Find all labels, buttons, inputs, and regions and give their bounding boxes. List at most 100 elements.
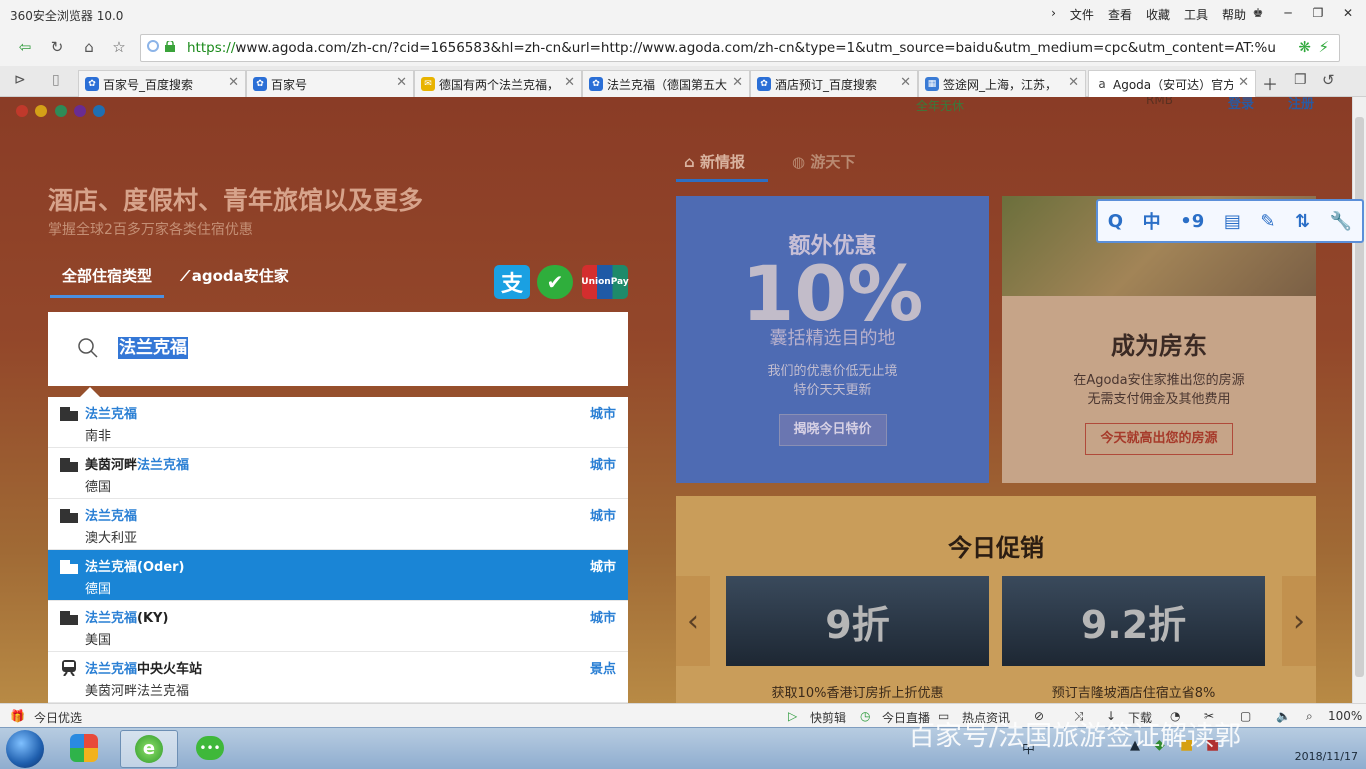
ime-toolbar: Q 中 •9 ▤ ✎ ⇅ 🔧	[1096, 199, 1364, 243]
speed-mode-icon[interactable]: ⚡	[1318, 38, 1329, 56]
quick-clip-icon[interactable]: ▷	[788, 709, 797, 723]
sidebar-toggle-icon[interactable]: ⊳	[14, 72, 26, 88]
register-link[interactable]: 注册	[1288, 97, 1314, 112]
tab-baijiahao-search[interactable]: ✿ 百家号_百度搜索 ✕	[78, 70, 246, 97]
ime-language-toggle[interactable]: 中	[1143, 208, 1161, 234]
home-button[interactable]: ⌂	[78, 36, 100, 58]
suggestion-row-selected[interactable]: 法兰克福(Oder) 德国 城市	[48, 550, 628, 601]
close-tab-icon[interactable]: ✕	[1068, 75, 1079, 90]
login-link[interactable]: 登录	[1228, 97, 1254, 112]
address-bar[interactable]: https://www.agoda.com/zh-cn/?cid=1656583…	[140, 34, 1340, 62]
close-tab-icon[interactable]: ✕	[228, 75, 239, 90]
menu-item-file[interactable]: 文件	[1070, 6, 1094, 23]
security-shield-icon[interactable]: ❋	[1298, 38, 1311, 56]
skin-icon[interactable]: ♚	[1244, 2, 1272, 24]
right-tab-travel[interactable]: ◍ 游天下	[792, 151, 855, 172]
paw-icon: ✿	[85, 77, 99, 91]
maximize-button[interactable]: ❐	[1304, 2, 1332, 24]
suggestion-dropdown: 法兰克福 南非 城市 美茵河畔法兰克福 德国 城市 法兰克福 澳大利亚 城市 法…	[48, 397, 628, 703]
close-tab-icon[interactable]: ✕	[732, 75, 743, 90]
paw-icon: ✿	[253, 77, 267, 91]
picture-icon: ▦	[925, 77, 939, 91]
right-tab-news[interactable]: ⌂ 新情报	[684, 151, 745, 172]
ime-sort-icon[interactable]: ⇅	[1295, 211, 1310, 232]
quick-clip-link[interactable]: 快剪辑	[810, 709, 846, 726]
minimize-button[interactable]: ─	[1274, 2, 1302, 24]
menu-item-tools[interactable]: 工具	[1184, 6, 1208, 23]
tab-list-icon[interactable]: ❐	[1294, 72, 1307, 88]
menu-item-view[interactable]: 查看	[1108, 6, 1132, 23]
promo-line1: 我们的优惠价低无止境	[767, 364, 898, 379]
browser-title: 360安全浏览器 10.0	[10, 9, 124, 23]
tab-frankfurt-article[interactable]: ✉ 德国有两个法兰克福， ✕	[414, 70, 582, 97]
suggestion-row[interactable]: 法兰克福 南非 城市	[48, 397, 628, 448]
site-info-icon[interactable]	[147, 40, 159, 52]
carousel-prev-button[interactable]: ‹	[676, 576, 710, 666]
zoom-icon[interactable]: ⌕	[1306, 709, 1313, 724]
ime-search-icon[interactable]: Q	[1108, 211, 1123, 232]
suggestion-type: 城市	[589, 509, 616, 524]
refresh-button[interactable]: ↻	[46, 36, 68, 58]
ime-settings-icon[interactable]: 🔧	[1330, 211, 1352, 232]
menu-item-favorites[interactable]: 收藏	[1146, 6, 1170, 23]
tab-hotel-search[interactable]: ✿ 酒店预订_百度搜索 ✕	[750, 70, 918, 97]
volume-icon[interactable]: 🔈	[1276, 709, 1291, 723]
window-icon[interactable]: ▢	[1240, 709, 1251, 723]
suggestion-row[interactable]: 美茵河畔法兰克福 德国 城市	[48, 448, 628, 499]
destination-search[interactable]: 法兰克福	[48, 312, 628, 386]
start-button[interactable]	[6, 730, 44, 768]
today-sale-section: 今日促销 ‹ 9折 获取10%香港订房折上折优惠 9.2折 预订吉隆坡酒店住宿立…	[676, 496, 1316, 703]
browser-title-bar: 360安全浏览器 10.0 › 文件 查看 收藏 工具 帮助 ♚ ─ ❐ ✕	[0, 0, 1366, 28]
zoom-level[interactable]: 100%	[1328, 709, 1362, 723]
ime-punctuation-icon[interactable]: •9	[1180, 211, 1204, 232]
carousel-next-button[interactable]: ›	[1282, 576, 1316, 666]
ime-keyboard-icon[interactable]: ▤	[1224, 211, 1241, 232]
taskbar-wechat[interactable]: •••	[182, 730, 238, 766]
taskbar-date[interactable]: 2018/11/17	[1295, 750, 1358, 763]
close-button[interactable]: ✕	[1334, 2, 1362, 24]
logo-dot	[16, 105, 28, 117]
tab-baijiahao[interactable]: ✿ 百家号 ✕	[246, 70, 414, 97]
list-property-button[interactable]: 今天就高出您的房源	[1085, 423, 1233, 455]
page-scrollbar[interactable]	[1352, 97, 1366, 703]
daily-picks-link[interactable]: 今日优选	[34, 709, 82, 726]
tab-qiantu[interactable]: ▦ 签途网_上海，江苏， ✕	[918, 70, 1086, 97]
tab-agoda-homes[interactable]: ⁄ agoda安住家	[184, 257, 289, 295]
deal-card-kualalumpur[interactable]: 9.2折	[1002, 576, 1265, 666]
tab-frankfurt-baike[interactable]: ✿ 法兰克福（德国第五大 ✕	[582, 70, 750, 97]
suggestion-country: 德国	[85, 582, 112, 597]
deal-card-hongkong[interactable]: 9折	[726, 576, 989, 666]
gift-icon[interactable]: 🎁	[10, 709, 25, 723]
ime-handwriting-icon[interactable]: ✎	[1260, 211, 1275, 232]
tab-agoda[interactable]: a Agoda（安可达）官方 ✕	[1088, 70, 1256, 98]
train-icon	[62, 660, 76, 676]
close-tab-icon[interactable]: ✕	[900, 75, 911, 90]
suggestion-row[interactable]: 法兰克福(KY) 美国 城市	[48, 601, 628, 652]
suggestion-type: 城市	[589, 611, 616, 626]
live-icon[interactable]: ◷	[860, 709, 870, 723]
new-tab-button[interactable]: ＋	[1262, 71, 1278, 95]
menu-item-help[interactable]: 帮助	[1222, 6, 1246, 23]
tab-all-accommodation[interactable]: 全部住宿类型	[50, 257, 164, 298]
close-tab-icon[interactable]: ✕	[1238, 75, 1249, 90]
back-button[interactable]: ⇦	[14, 36, 36, 58]
currency-selector[interactable]: RMB	[1146, 97, 1173, 107]
agoda-page: 全年无休 RMB 登录 注册 酒店、度假村、青年旅馆以及更多 掌握全球2百多万家…	[0, 97, 1352, 703]
menu-chevron-icon[interactable]: ›	[1051, 6, 1056, 23]
taskbar-360-browser[interactable]: e	[120, 730, 178, 768]
favorite-star-button[interactable]: ☆	[108, 36, 130, 58]
url-text[interactable]: https://www.agoda.com/zh-cn/?cid=1656583…	[187, 40, 1287, 56]
close-tab-icon[interactable]: ✕	[564, 75, 575, 90]
suggestion-row[interactable]: 法兰克福 澳大利亚 城市	[48, 499, 628, 550]
suggestion-row[interactable]: 法兰克福中央火车站 美茵河畔法兰克福 景点	[48, 652, 628, 703]
suggestion-country: 德国	[85, 480, 112, 495]
close-tab-icon[interactable]: ✕	[396, 75, 407, 90]
taskbar-app-icon[interactable]	[56, 730, 112, 766]
agoda-homes-icon: ⁄	[184, 267, 192, 285]
search-input[interactable]: 法兰克福	[118, 337, 188, 359]
promo-sub: 囊括精选目的地	[769, 328, 896, 349]
home-icon: ⌂	[684, 153, 700, 171]
mobile-icon[interactable]: ▯	[52, 72, 60, 88]
reveal-deals-button[interactable]: 揭晓今日特价	[778, 414, 887, 446]
undo-close-icon[interactable]: ↺	[1322, 71, 1335, 89]
